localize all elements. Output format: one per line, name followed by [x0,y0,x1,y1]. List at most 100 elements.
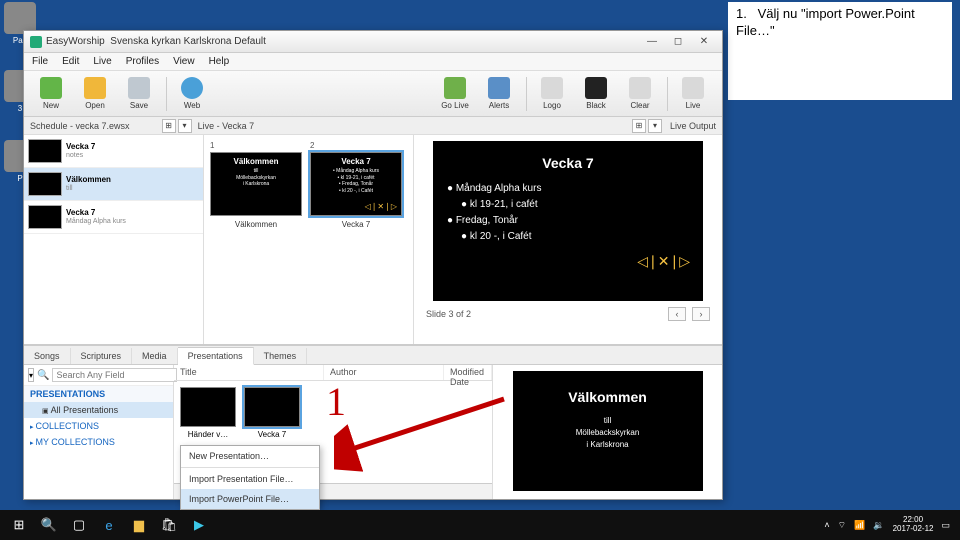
col-title[interactable]: Title [174,365,324,380]
maximize-button[interactable]: ◻ [666,34,690,50]
desktop-label: P [17,174,22,183]
next-slide-button[interactable]: › [692,307,710,321]
live-preview: Vecka 7 Måndag Alpha kurs kl 19-21, i ca… [414,135,722,344]
ctx-import-powerpoint[interactable]: Import PowerPoint File… [181,489,319,509]
live-title: Live - Vecka 7 [198,121,255,131]
tray-network-icon[interactable]: ⌔ [838,520,846,531]
tray-volume-icon[interactable]: 🔉 [873,520,884,531]
view-toggle[interactable]: ⊞ [632,119,646,133]
search-bar: ▾ 🔍 [24,365,173,386]
view-toggle[interactable]: ▾ [178,119,192,133]
prev-slide-button[interactable]: ‹ [668,307,686,321]
titlebar[interactable]: EasyWorship Svenska kyrkan Karlskrona De… [24,31,722,53]
search-input[interactable] [52,368,177,382]
alerts-icon [488,77,510,99]
easyworship-window: EasyWorship Svenska kyrkan Karlskrona De… [23,30,723,500]
save-button[interactable]: Save [118,74,160,114]
app-icon[interactable]: ▶ [184,510,214,540]
close-button[interactable]: ✕ [692,34,716,50]
alerts-button[interactable]: Alerts [478,74,520,114]
app-name: EasyWorship [46,36,105,47]
black-button[interactable]: Black [575,74,617,114]
menu-file[interactable]: File [26,54,54,69]
schedule-item[interactable]: Vecka 7notes [24,135,203,168]
slide-caption: Vecka 7 [310,220,402,229]
library-sidebar: ▾ 🔍 PRESENTATIONS ▣ All Presentations CO… [24,365,174,499]
lower-preview: Välkommen till Möllebackskyrkan i Karlsk… [492,365,722,499]
context-menu: New Presentation… Import Presentation Fi… [180,445,320,510]
sidebar-item-collections[interactable]: COLLECTIONS [24,418,173,434]
sidebar-item-all-presentations[interactable]: ▣ All Presentations [24,402,173,418]
tab-presentations[interactable]: Presentations [178,347,254,365]
web-button[interactable]: Web [171,74,213,114]
slide-cell[interactable]: 2 Vecka 7 • Måndag Alpha kurs • kl 19-21… [310,141,402,229]
tray-wifi-icon[interactable]: 📶 [854,520,865,531]
document-name: Svenska kyrkan Karlskrona Default [110,36,266,47]
start-button[interactable]: ⊞ [4,510,34,540]
minimize-button[interactable]: — [640,34,664,50]
live-button[interactable]: Live [672,74,714,114]
tab-songs[interactable]: Songs [24,348,71,364]
schedule-thumb [28,205,62,229]
tray-chevron-icon[interactable]: ˄ [824,520,829,530]
taskbar: ⊞ 🔍 ▢ e ▆ 🛍 ▶ ˄ ⌔ 📶 🔉 22:00 2017-02-12 ▭ [0,510,960,540]
web-icon [181,77,203,99]
slide-counter: Slide 3 of 2 [426,309,471,319]
ctx-import-presentation[interactable]: Import Presentation File… [181,469,319,489]
search-filter-dropdown[interactable]: ▾ [28,368,34,382]
preview-slide-small: Välkommen till Möllebackskyrkan i Karlsk… [513,371,703,491]
menu-help[interactable]: Help [203,54,236,69]
store-icon[interactable]: 🛍 [154,510,184,540]
tray-notifications-icon[interactable]: ▭ [941,520,950,531]
schedule-thumb [28,139,62,163]
search-button[interactable]: 🔍 [34,510,64,540]
new-button[interactable]: New [30,74,72,114]
logo-icon [541,77,563,99]
schedule-title: Schedule - vecka 7.ewsx [30,121,130,131]
instruction-text: Välj nu "import Power.Point File…" [736,6,915,38]
live-icon [682,77,704,99]
menu-edit[interactable]: Edit [56,54,85,69]
slide-cell[interactable]: 1 Välkommen till Möllebackskyrkan i Karl… [210,141,302,229]
presentation-card[interactable]: Vecka 7 [244,387,300,439]
schedule-item[interactable]: Välkommentill [24,168,203,201]
presentation-card[interactable]: Händer v… [180,387,236,439]
tray-clock[interactable]: 22:00 2017-02-12 [893,516,934,534]
tab-media[interactable]: Media [132,348,178,364]
edge-icon[interactable]: e [94,510,124,540]
sidebar-section: PRESENTATIONS [24,386,173,402]
presentation-label: Vecka 7 [244,430,300,439]
preview-slide: Vecka 7 Måndag Alpha kurs kl 19-21, i ca… [433,141,703,301]
view-toggle[interactable]: ⊞ [162,119,176,133]
open-button[interactable]: Open [74,74,116,114]
toolbar: New Open Save Web Go Live Alerts Logo Bl… [24,71,722,117]
search-icon: 🔍 [37,370,49,381]
presentation-thumb [180,387,236,427]
schedule-panel: Vecka 7notes Välkommentill Vecka 7Måndag… [24,135,204,344]
col-modified[interactable]: Modified Date [444,365,492,380]
instruction-number: 1. [736,6,754,23]
slide-grid: 1 Välkommen till Möllebackskyrkan i Karl… [204,135,414,344]
open-icon [84,77,106,99]
system-tray[interactable]: ˄ ⌔ 📶 🔉 22:00 2017-02-12 ▭ [824,516,956,534]
clear-button[interactable]: Clear [619,74,661,114]
explorer-icon[interactable]: ▆ [124,510,154,540]
tab-themes[interactable]: Themes [254,348,308,364]
sidebar-item-mycollections[interactable]: MY COLLECTIONS [24,434,173,450]
library-tabs: Songs Scriptures Media Presentations The… [24,345,722,365]
menu-view[interactable]: View [167,54,201,69]
schedule-item[interactable]: Vecka 7Måndag Alpha kurs [24,201,203,234]
menu-live[interactable]: Live [87,54,117,69]
fish-icon: ◁❘✕❘▷ [365,202,397,211]
taskview-button[interactable]: ▢ [64,510,94,540]
subheader: Schedule - vecka 7.ewsx ⊞ ▾ Live - Vecka… [24,117,722,135]
output-title: Live Output [670,121,716,131]
logo-button[interactable]: Logo [531,74,573,114]
desktop-label: 3 [18,104,22,113]
ctx-new-presentation[interactable]: New Presentation… [181,446,319,466]
golive-button[interactable]: Go Live [434,74,476,114]
tab-scriptures[interactable]: Scriptures [71,348,133,364]
menu-profiles[interactable]: Profiles [120,54,165,69]
app-logo-icon [30,36,42,48]
view-toggle[interactable]: ▾ [648,119,662,133]
